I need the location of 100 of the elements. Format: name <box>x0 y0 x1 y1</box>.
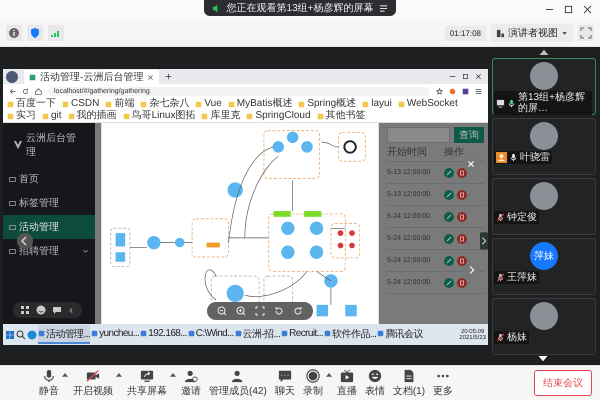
taskbar-app[interactable]: 腾讯会议 <box>377 325 423 344</box>
fullscreen-icon[interactable] <box>255 306 265 316</box>
taskbar-app[interactable]: yuncheu... <box>91 325 140 344</box>
participant-name: 钟定俊 <box>507 212 537 223</box>
taskbar-app[interactable]: 192.168... <box>140 325 187 344</box>
toolbar-button[interactable]: 更多 <box>430 368 456 398</box>
zoom-in-icon[interactable] <box>236 306 246 316</box>
windows-start-icon[interactable] <box>5 330 15 340</box>
edit-icon[interactable] <box>444 278 454 288</box>
edit-icon[interactable] <box>444 256 454 266</box>
profile-avatar[interactable] <box>6 70 18 82</box>
bookmark[interactable]: 百度一下 <box>7 98 56 110</box>
shield-icon[interactable] <box>27 25 43 41</box>
minimize-icon[interactable] <box>449 73 456 80</box>
menu-item-icon <box>9 224 16 230</box>
toolbar-button[interactable]: 文档(1) <box>390 368 428 398</box>
close-icon[interactable] <box>147 74 154 80</box>
fullscreen-icon[interactable] <box>578 25 594 41</box>
folder-icon <box>140 100 148 108</box>
search-field[interactable] <box>387 127 450 143</box>
edit-icon[interactable] <box>444 234 454 244</box>
home-icon[interactable] <box>35 88 42 94</box>
emoji-icon[interactable] <box>36 305 46 315</box>
participant-tile[interactable]: 萍妹 王萍妹 <box>492 238 596 295</box>
rotate-left-icon[interactable] <box>274 306 284 316</box>
bookmark[interactable]: Vue <box>195 98 222 110</box>
bookmark[interactable]: SpringCloud <box>246 110 311 122</box>
taskbar-app[interactable]: Recruit... <box>281 325 324 344</box>
reload-icon[interactable] <box>22 88 29 94</box>
toolbar-button[interactable]: 表情 <box>362 368 388 398</box>
delete-icon[interactable] <box>457 278 467 288</box>
caret-icon[interactable] <box>116 372 122 376</box>
end-meeting-button[interactable]: 结束会议 <box>534 370 592 396</box>
bookmark[interactable]: MyBatis概述 <box>228 98 292 110</box>
expand-panel-icon[interactable] <box>480 231 488 251</box>
taskbar-app[interactable]: 软件作品... <box>324 325 376 344</box>
caret-icon[interactable] <box>170 372 176 376</box>
taskbar-app[interactable]: 活动管理... <box>38 325 90 344</box>
toolbar-button[interactable]: 聊天 <box>272 368 298 398</box>
search-button[interactable]: 查询 <box>454 127 484 143</box>
info-icon[interactable] <box>6 25 22 41</box>
bookmark[interactable]: 库里克 <box>201 110 240 122</box>
folder-icon <box>316 112 324 120</box>
edit-icon[interactable] <box>444 212 454 222</box>
bookmark[interactable]: 其他书签 <box>316 110 366 122</box>
toolbar-button[interactable]: 邀请 <box>178 368 204 398</box>
folder-icon <box>246 112 254 120</box>
scroll-up-icon[interactable] <box>539 49 549 55</box>
sidebar-menu-item[interactable]: 标签管理 <box>3 191 95 215</box>
collapse-icon[interactable] <box>68 306 75 314</box>
bookmark[interactable]: 前端 <box>105 98 134 110</box>
toolbar-button[interactable]: 录制 <box>300 368 326 398</box>
delete-icon[interactable] <box>457 212 467 222</box>
star-icon[interactable] <box>436 88 443 94</box>
bookmark[interactable]: 我的插画 <box>68 110 117 122</box>
close-icon[interactable] <box>583 5 592 14</box>
chat-icon[interactable] <box>52 305 62 315</box>
sidebar-menu-item[interactable]: 活动管理 <box>3 215 95 239</box>
bookmark[interactable]: 实习 <box>7 110 36 122</box>
sidebar-menu-item[interactable]: 首页 <box>3 167 95 191</box>
browser-tab[interactable]: 活动管理-云洲后台管理 <box>24 70 160 84</box>
edit-icon[interactable] <box>444 168 454 178</box>
new-tab-icon[interactable] <box>165 73 172 80</box>
list-icon[interactable] <box>379 4 388 12</box>
bookmark[interactable]: layui <box>362 98 392 110</box>
caret-icon[interactable] <box>326 372 332 376</box>
bookmark[interactable]: 杂七杂八 <box>140 98 190 110</box>
toolbar-button[interactable]: 共享屏幕 <box>124 368 170 398</box>
close-icon[interactable] <box>475 73 482 80</box>
rotate-right-icon[interactable] <box>293 306 303 316</box>
search-icon[interactable] <box>16 330 26 340</box>
restore-icon[interactable] <box>462 73 469 80</box>
delete-icon[interactable] <box>457 190 467 200</box>
speaker-view-button[interactable]: 演讲者视图 <box>491 24 573 42</box>
edit-icon[interactable] <box>444 190 454 200</box>
bookmark[interactable]: CSDN <box>62 98 100 110</box>
delete-icon[interactable] <box>457 168 467 178</box>
delete-icon[interactable] <box>457 256 467 266</box>
delete-icon[interactable] <box>457 234 467 244</box>
toolbar-button[interactable]: 管理成员(42) <box>206 368 270 398</box>
toolbar-button[interactable]: 静音 <box>36 368 62 398</box>
taskbar-app[interactable]: C:\Wind... <box>188 325 234 344</box>
back-icon[interactable] <box>9 88 16 94</box>
bookmark[interactable]: 鸟哥Linux图拓 <box>122 110 196 122</box>
maximize-icon[interactable] <box>564 5 573 14</box>
participant-tile[interactable]: 钟定俊 <box>492 178 596 235</box>
bookmark[interactable]: git <box>42 110 62 122</box>
caret-icon[interactable] <box>62 372 68 376</box>
bookmark[interactable]: WebSocket <box>398 98 458 110</box>
app-icon <box>91 330 98 337</box>
taskbar-app[interactable]: 云洲-招... <box>234 325 280 344</box>
participant-tile[interactable]: 杨妹 <box>492 298 596 355</box>
toolbar-button[interactable]: 开启视频 <box>70 368 116 398</box>
apps-grid-icon[interactable] <box>20 305 30 315</box>
zoom-out-icon[interactable] <box>217 306 227 316</box>
toolbar-button[interactable]: 直播 <box>334 368 360 398</box>
participant-tile[interactable]: 第13组+杨彦辉的屏… <box>492 58 596 115</box>
participant-tile[interactable]: 叶骁雷 <box>492 118 596 175</box>
bookmark[interactable]: Spring概述 <box>298 98 356 110</box>
menu-icon[interactable] <box>475 88 482 94</box>
